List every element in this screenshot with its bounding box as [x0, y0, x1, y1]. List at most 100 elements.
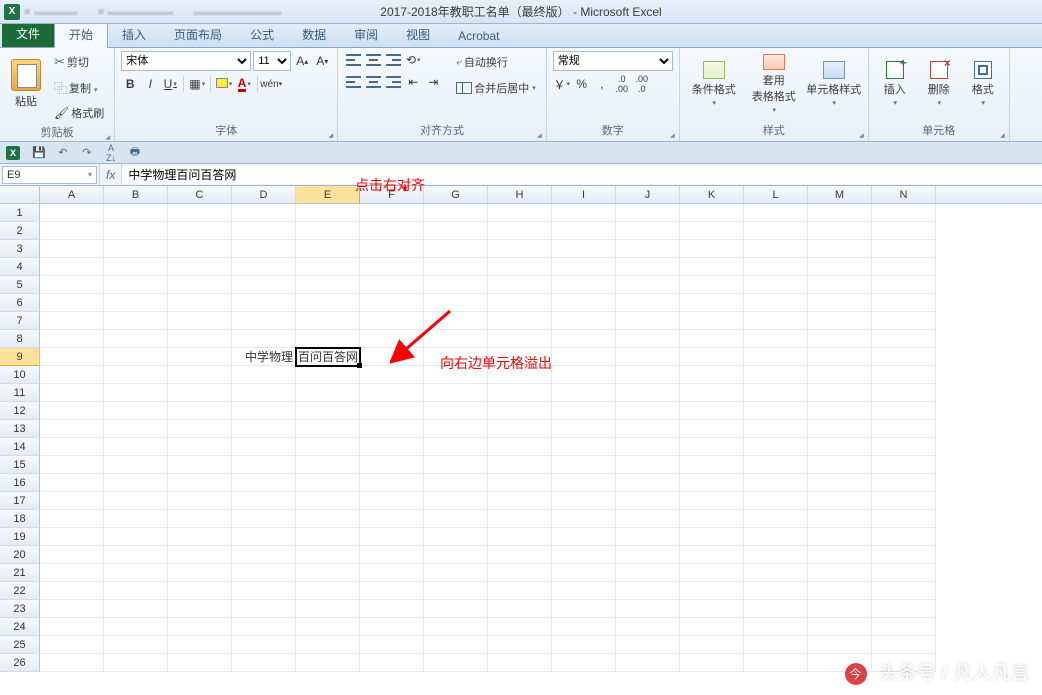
cell[interactable]: [360, 600, 424, 618]
cell[interactable]: [488, 438, 552, 456]
col-header-C[interactable]: C: [168, 186, 232, 203]
cell[interactable]: [744, 222, 808, 240]
cell[interactable]: [872, 420, 936, 438]
cell[interactable]: [488, 546, 552, 564]
cell[interactable]: [104, 420, 168, 438]
cell[interactable]: [552, 402, 616, 420]
cell[interactable]: [296, 240, 360, 258]
col-header-G[interactable]: G: [424, 186, 488, 203]
cell[interactable]: [104, 276, 168, 294]
cell[interactable]: [808, 528, 872, 546]
cell[interactable]: [104, 582, 168, 600]
cell[interactable]: [104, 546, 168, 564]
cell[interactable]: [40, 528, 104, 546]
cell[interactable]: [488, 474, 552, 492]
delete-cells-button[interactable]: 删除: [919, 51, 959, 117]
cell[interactable]: [296, 546, 360, 564]
cell[interactable]: [680, 348, 744, 366]
cell[interactable]: [232, 438, 296, 456]
cell[interactable]: [808, 384, 872, 402]
cell[interactable]: [744, 636, 808, 654]
underline-button[interactable]: U: [161, 75, 179, 93]
cell[interactable]: [616, 654, 680, 672]
comma-button[interactable]: ,: [593, 75, 611, 93]
cell[interactable]: [104, 474, 168, 492]
cell[interactable]: [680, 438, 744, 456]
cell[interactable]: [552, 582, 616, 600]
cell[interactable]: [552, 384, 616, 402]
cell[interactable]: [680, 258, 744, 276]
cell[interactable]: [552, 618, 616, 636]
cell[interactable]: [744, 564, 808, 582]
cell[interactable]: [296, 636, 360, 654]
row-header[interactable]: 21: [0, 564, 40, 582]
cell[interactable]: [552, 528, 616, 546]
cell[interactable]: [40, 204, 104, 222]
cell[interactable]: [40, 600, 104, 618]
cell[interactable]: [552, 276, 616, 294]
cell[interactable]: [40, 402, 104, 420]
cell[interactable]: [360, 204, 424, 222]
cell[interactable]: [872, 204, 936, 222]
cell[interactable]: [552, 492, 616, 510]
cell[interactable]: [40, 258, 104, 276]
font-color-button[interactable]: A: [235, 75, 253, 93]
cell[interactable]: [232, 402, 296, 420]
cell[interactable]: [872, 330, 936, 348]
cell[interactable]: [616, 528, 680, 546]
cell[interactable]: [744, 330, 808, 348]
cell[interactable]: [40, 618, 104, 636]
cell[interactable]: [808, 636, 872, 654]
cell[interactable]: [296, 330, 360, 348]
cell[interactable]: [296, 222, 360, 240]
row-header[interactable]: 24: [0, 618, 40, 636]
cell[interactable]: [168, 348, 232, 366]
cell[interactable]: [168, 456, 232, 474]
cell[interactable]: [168, 312, 232, 330]
cell[interactable]: [232, 330, 296, 348]
cell[interactable]: [40, 456, 104, 474]
increase-indent-button[interactable]: ⇥: [424, 73, 442, 91]
row-header[interactable]: 6: [0, 294, 40, 312]
cell[interactable]: [808, 204, 872, 222]
cell[interactable]: [296, 384, 360, 402]
cell[interactable]: [552, 564, 616, 582]
cell[interactable]: [872, 528, 936, 546]
cell[interactable]: [296, 276, 360, 294]
cell[interactable]: [168, 384, 232, 402]
cell[interactable]: [360, 564, 424, 582]
cell[interactable]: [872, 366, 936, 384]
cell[interactable]: [296, 510, 360, 528]
cell[interactable]: [744, 456, 808, 474]
cell[interactable]: [616, 456, 680, 474]
cell[interactable]: [40, 276, 104, 294]
cell[interactable]: [616, 438, 680, 456]
cell[interactable]: [424, 618, 488, 636]
cell[interactable]: [168, 366, 232, 384]
cell[interactable]: [360, 492, 424, 510]
col-header-N[interactable]: N: [872, 186, 936, 203]
cell-styles-button[interactable]: 单元格样式: [806, 51, 862, 117]
cell[interactable]: [168, 528, 232, 546]
cell[interactable]: [40, 438, 104, 456]
cell[interactable]: [680, 204, 744, 222]
cell[interactable]: 中学物理: [232, 348, 296, 366]
cell[interactable]: [104, 384, 168, 402]
cell[interactable]: [40, 222, 104, 240]
cell[interactable]: [232, 528, 296, 546]
increase-decimal-button[interactable]: .0.00: [613, 75, 631, 93]
cell[interactable]: [40, 510, 104, 528]
cell[interactable]: [360, 582, 424, 600]
cell[interactable]: [296, 456, 360, 474]
cell[interactable]: [680, 330, 744, 348]
cell[interactable]: [232, 456, 296, 474]
cell[interactable]: [232, 582, 296, 600]
cell[interactable]: [104, 366, 168, 384]
conditional-format-button[interactable]: 条件格式: [686, 51, 742, 117]
formula-input[interactable]: [122, 166, 1042, 184]
cell[interactable]: [168, 564, 232, 582]
cell[interactable]: [40, 564, 104, 582]
cell[interactable]: [168, 582, 232, 600]
cell[interactable]: [552, 258, 616, 276]
cell[interactable]: [808, 420, 872, 438]
